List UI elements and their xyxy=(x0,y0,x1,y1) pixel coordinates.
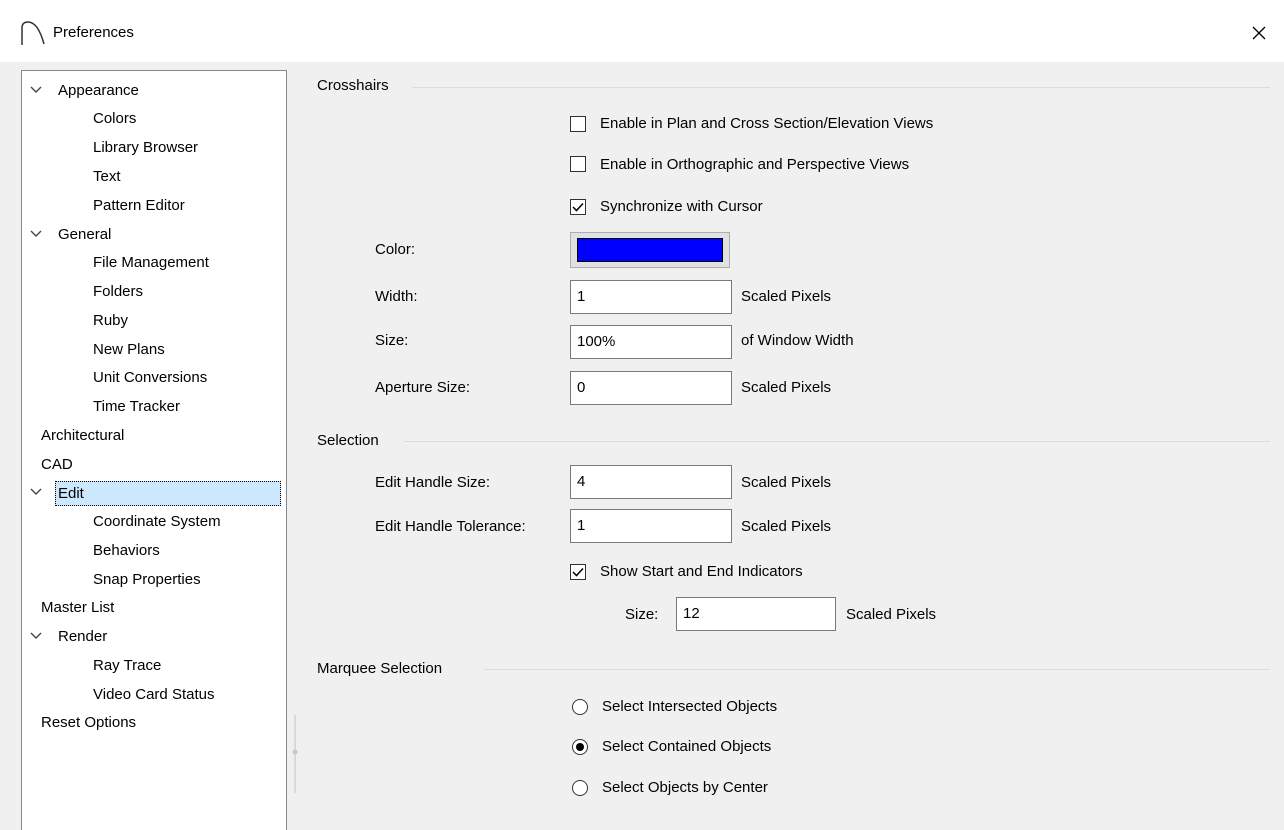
tree-item-text[interactable]: Text xyxy=(93,165,121,188)
tree-item-architectural[interactable]: Architectural xyxy=(41,424,124,447)
indicator-size-input[interactable]: 12 xyxy=(676,597,836,631)
divider xyxy=(412,87,1270,88)
tree-item-library-browser[interactable]: Library Browser xyxy=(93,136,198,159)
indicator-size-unit: Scaled Pixels xyxy=(846,606,937,623)
tree-item-label: Reset Options xyxy=(41,714,137,731)
tree-item-label: Time Tracker xyxy=(93,398,180,415)
tree-item-label: CAD xyxy=(41,456,73,473)
radio-contained[interactable] xyxy=(571,738,589,756)
aperture-label: Aperture Size: xyxy=(375,379,471,396)
size-input[interactable]: 100% xyxy=(570,325,732,359)
selection-title: Selection xyxy=(317,432,379,449)
tree-item-label: Ray Trace xyxy=(93,657,162,674)
tree-item-pattern-editor[interactable]: Pattern Editor xyxy=(93,194,185,217)
tree-item-edit[interactable]: Edit xyxy=(55,481,281,506)
tree-item-new-plans[interactable]: New Plans xyxy=(93,338,165,361)
tree-item-coordinate-system[interactable]: Coordinate System xyxy=(93,510,221,533)
handle-size-label: Edit Handle Size: xyxy=(375,474,491,491)
tree-item-label: Render xyxy=(58,628,108,645)
handle-tolerance-unit: Scaled Pixels xyxy=(741,518,832,535)
tree-item-label: Text xyxy=(93,168,121,185)
handle-size-unit: Scaled Pixels xyxy=(741,474,832,491)
enable-ortho-label[interactable]: Enable in Orthographic and Perspective V… xyxy=(600,156,909,173)
show-indicators-checkbox[interactable] xyxy=(570,564,586,580)
radio-center[interactable] xyxy=(571,779,589,797)
radio-contained-label[interactable]: Select Contained Objects xyxy=(602,738,771,755)
preferences-tree: Appearance Colors Library Browser Text P… xyxy=(21,70,287,830)
chevron-down-icon[interactable] xyxy=(30,630,42,642)
tree-item-label: Ruby xyxy=(93,312,129,329)
tree-item-unit-conversions[interactable]: Unit Conversions xyxy=(93,366,207,389)
enable-plan-checkbox[interactable] xyxy=(570,116,586,132)
enable-plan-label[interactable]: Enable in Plan and Cross Section/Elevati… xyxy=(600,115,933,132)
tree-item-behaviors[interactable]: Behaviors xyxy=(93,539,160,562)
aperture-input[interactable]: 0 xyxy=(570,371,732,405)
color-button[interactable] xyxy=(570,232,730,268)
width-unit: Scaled Pixels xyxy=(741,288,832,305)
tree-item-time-tracker[interactable]: Time Tracker xyxy=(93,395,180,418)
handle-size-input[interactable]: 4 xyxy=(570,465,732,499)
title-bar: Preferences xyxy=(0,0,1284,62)
window-title: Preferences xyxy=(53,24,134,41)
tree-item-colors[interactable]: Colors xyxy=(93,107,136,130)
tree-item-master-list[interactable]: Master List xyxy=(41,596,114,619)
sync-cursor-checkbox[interactable] xyxy=(570,199,586,215)
divider xyxy=(404,441,1270,442)
tree-item-label: Pattern Editor xyxy=(93,197,185,214)
color-label: Color: xyxy=(375,241,416,258)
width-input[interactable]: 1 xyxy=(570,280,732,314)
tree-item-video-card-status[interactable]: Video Card Status xyxy=(93,683,214,706)
chevron-down-icon[interactable] xyxy=(30,84,42,96)
tree-item-general[interactable]: General xyxy=(58,223,111,246)
radio-center-label[interactable]: Select Objects by Center xyxy=(602,779,768,796)
tree-item-reset-options[interactable]: Reset Options xyxy=(41,711,136,734)
aperture-unit: Scaled Pixels xyxy=(741,379,832,396)
tree-item-appearance[interactable]: Appearance xyxy=(58,79,139,102)
size-unit: of Window Width xyxy=(741,332,854,349)
chevron-down-icon[interactable] xyxy=(30,486,42,498)
tree-item-label: Appearance xyxy=(58,82,139,99)
close-icon[interactable] xyxy=(1244,18,1274,48)
divider xyxy=(484,669,1270,670)
tree-item-label: New Plans xyxy=(93,341,165,358)
show-indicators-label[interactable]: Show Start and End Indicators xyxy=(600,563,803,580)
chevron-down-icon[interactable] xyxy=(30,228,42,240)
sync-cursor-label[interactable]: Synchronize with Cursor xyxy=(600,198,763,215)
tree-item-label: File Management xyxy=(93,254,209,271)
tree-item-render[interactable]: Render xyxy=(58,625,107,648)
tree-item-file-management[interactable]: File Management xyxy=(93,251,209,274)
tree-item-label: Edit xyxy=(55,481,281,506)
tree-item-label: Unit Conversions xyxy=(93,369,208,386)
size-label: Size: xyxy=(375,332,409,349)
radio-intersected[interactable] xyxy=(571,698,589,716)
tree-item-label: Architectural xyxy=(41,427,125,444)
tree-item-label: Library Browser xyxy=(93,139,199,156)
marquee-title: Marquee Selection xyxy=(317,660,443,677)
arch-icon xyxy=(21,21,45,45)
tree-item-label: Colors xyxy=(93,110,137,127)
tree-item-label: Folders xyxy=(93,283,144,300)
width-label: Width: xyxy=(375,288,418,305)
splitter-grip-icon[interactable] xyxy=(291,748,299,756)
tree-item-label: Coordinate System xyxy=(93,513,221,530)
tree-item-label: Master List xyxy=(41,599,115,616)
tree-item-ruby[interactable]: Ruby xyxy=(93,309,128,332)
tree-item-cad[interactable]: CAD xyxy=(41,453,73,476)
indicator-size-label: Size: xyxy=(625,606,659,623)
enable-ortho-checkbox[interactable] xyxy=(570,156,586,172)
tree-item-label: Behaviors xyxy=(93,542,160,559)
color-swatch xyxy=(577,238,723,262)
tree-item-snap-properties[interactable]: Snap Properties xyxy=(93,568,201,591)
tree-item-label: Snap Properties xyxy=(93,571,201,588)
handle-tolerance-input[interactable]: 1 xyxy=(570,509,732,543)
tree-item-label: Video Card Status xyxy=(93,686,215,703)
handle-tolerance-label: Edit Handle Tolerance: xyxy=(375,518,526,535)
crosshairs-title: Crosshairs xyxy=(317,77,389,94)
tree-item-label: General xyxy=(58,226,112,243)
tree-item-folders[interactable]: Folders xyxy=(93,280,143,303)
radio-intersected-label[interactable]: Select Intersected Objects xyxy=(602,698,777,715)
tree-item-ray-trace[interactable]: Ray Trace xyxy=(93,654,161,677)
